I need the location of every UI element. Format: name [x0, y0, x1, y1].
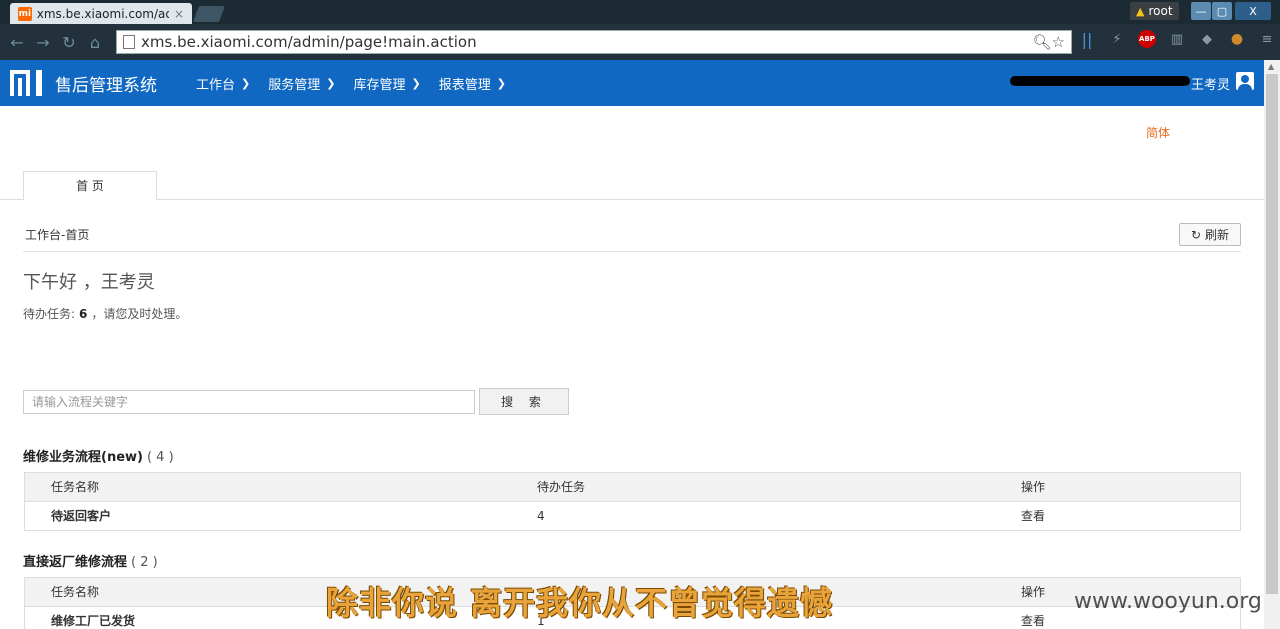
task-name: 维修工厂已发货	[51, 614, 136, 628]
tab-home[interactable]: 首 页	[23, 171, 157, 201]
new-tab-button[interactable]	[193, 6, 225, 22]
table-header: 任务名称 待办任务 操作	[25, 473, 1240, 502]
table-row: 待返回客户 4 查看	[25, 502, 1240, 530]
avatar-icon[interactable]	[1236, 72, 1254, 90]
main-menu: 工作台 ❯ 服务管理 ❯ 库存管理 ❯ 报表管理 ❯	[196, 74, 506, 93]
refresh-label: 刷新	[1205, 228, 1230, 242]
extension-arrow-icon[interactable]: ◆	[1198, 30, 1216, 48]
browser-tab-strip: mi xms.be.xiaomi.com/adn × ▲ root — ▢ X	[0, 0, 1280, 24]
back-arrow-icon[interactable]: ←	[4, 33, 30, 52]
extension-plugin-icon[interactable]: ⚡	[1108, 30, 1126, 48]
address-url[interactable]: xms.be.xiaomi.com/admin/page!main.action	[141, 33, 477, 51]
extension-chart-icon[interactable]: ▥	[1168, 30, 1186, 48]
task-todo-count: 4	[537, 509, 545, 523]
page-scrollbar[interactable]: ▲	[1264, 60, 1280, 629]
extension-bars-icon[interactable]: ||	[1078, 30, 1096, 49]
greeting-text: 下午好 ，王考灵	[23, 272, 155, 293]
search-button[interactable]: 搜 索	[479, 388, 569, 415]
reload-icon[interactable]: ↻	[56, 33, 82, 52]
language-switch-link[interactable]: 简体	[1146, 124, 1170, 141]
window-close-button[interactable]: X	[1235, 2, 1271, 20]
zoom-and-bookmark-icons[interactable]: 🔍︎☆	[1033, 33, 1066, 51]
cookie-icon[interactable]: ●	[1228, 30, 1246, 48]
xiaomi-favicon-icon: mi	[18, 6, 32, 21]
extensions-bar: || ⚡ ABP ▥ ◆ ● ≡	[1078, 30, 1276, 49]
section-count: ( 4 )	[146, 450, 174, 465]
section-title-direct-return: 直接返厂维修流程( 2 )	[23, 555, 158, 570]
section-title-repair-new: 维修业务流程(new)( 4 )	[23, 450, 174, 465]
col-task-name: 任务名称	[51, 480, 100, 494]
app-title: 售后管理系统	[55, 76, 157, 96]
todo-count: 6	[79, 307, 88, 321]
scroll-up-icon[interactable]: ▲	[1268, 62, 1274, 71]
search-input[interactable]	[23, 390, 475, 414]
forward-arrow-icon[interactable]: →	[30, 33, 56, 52]
refresh-icon: ↻	[1190, 227, 1202, 242]
chevron-down-icon: ❯	[496, 77, 506, 90]
todo-summary: 待办任务: 6 ，请您及时处理。	[23, 307, 188, 321]
window-maximize-button[interactable]: ▢	[1212, 2, 1232, 20]
task-name: 待返回客户	[51, 509, 112, 523]
scrollbar-thumb[interactable]	[1266, 74, 1278, 594]
menu-report-management[interactable]: 报表管理 ❯	[439, 74, 506, 93]
divider	[23, 251, 1241, 252]
app-header: 售后管理系统 工作台 ❯ 服务管理 ❯ 库存管理 ❯ 报表管理 ❯ 王考灵	[0, 60, 1264, 106]
home-icon[interactable]: ⌂	[82, 33, 108, 52]
col-action: 操作	[1021, 585, 1046, 599]
window-minimize-button[interactable]: —	[1191, 2, 1211, 20]
menu-service-management[interactable]: 服务管理 ❯	[268, 74, 335, 93]
chevron-down-icon: ❯	[411, 77, 421, 90]
watermark: www.wooyun.org	[1074, 589, 1262, 614]
col-task-name: 任务名称	[51, 585, 100, 599]
browser-toolbar: ← → ↻ ⌂ xms.be.xiaomi.com/admin/page!mai…	[0, 24, 1280, 60]
section-count: ( 2 )	[131, 555, 158, 570]
os-user-name: root	[1148, 4, 1173, 18]
col-action: 操作	[1021, 480, 1046, 494]
current-user-name[interactable]: 王考灵	[1191, 74, 1230, 93]
menu-workbench[interactable]: 工作台 ❯	[196, 74, 250, 93]
task-table-repair-new: 任务名称 待办任务 操作 待返回客户 4 查看	[24, 472, 1241, 531]
address-bar[interactable]: xms.be.xiaomi.com/admin/page!main.action…	[116, 30, 1072, 54]
col-todo: 待办任务	[537, 480, 586, 494]
menu-inventory-management[interactable]: 库存管理 ❯	[353, 74, 420, 93]
browser-tab-title: xms.be.xiaomi.com/adn	[36, 6, 169, 21]
tab-close-icon[interactable]: ×	[174, 7, 184, 21]
page-tabs: 首 页	[0, 171, 1264, 201]
xiaomi-logo-icon[interactable]	[10, 70, 46, 96]
view-link[interactable]: 查看	[1021, 607, 1045, 629]
chrome-menu-icon[interactable]: ≡	[1258, 30, 1276, 48]
video-subtitle: 除非你说 离开我你从不曾觉得遗憾	[326, 584, 834, 622]
redacted-info	[1010, 76, 1190, 86]
warning-icon: ▲	[1136, 4, 1145, 18]
view-link[interactable]: 查看	[1021, 502, 1045, 531]
adblock-icon[interactable]: ABP	[1138, 30, 1156, 48]
breadcrumb: 工作台-首页	[25, 228, 90, 242]
refresh-button[interactable]: ↻ 刷新	[1179, 223, 1241, 246]
page-icon	[123, 35, 135, 49]
os-user-badge[interactable]: ▲ root	[1130, 2, 1179, 20]
browser-tab[interactable]: mi xms.be.xiaomi.com/adn ×	[10, 3, 192, 24]
chevron-down-icon: ❯	[326, 77, 336, 90]
chevron-down-icon: ❯	[241, 77, 251, 90]
